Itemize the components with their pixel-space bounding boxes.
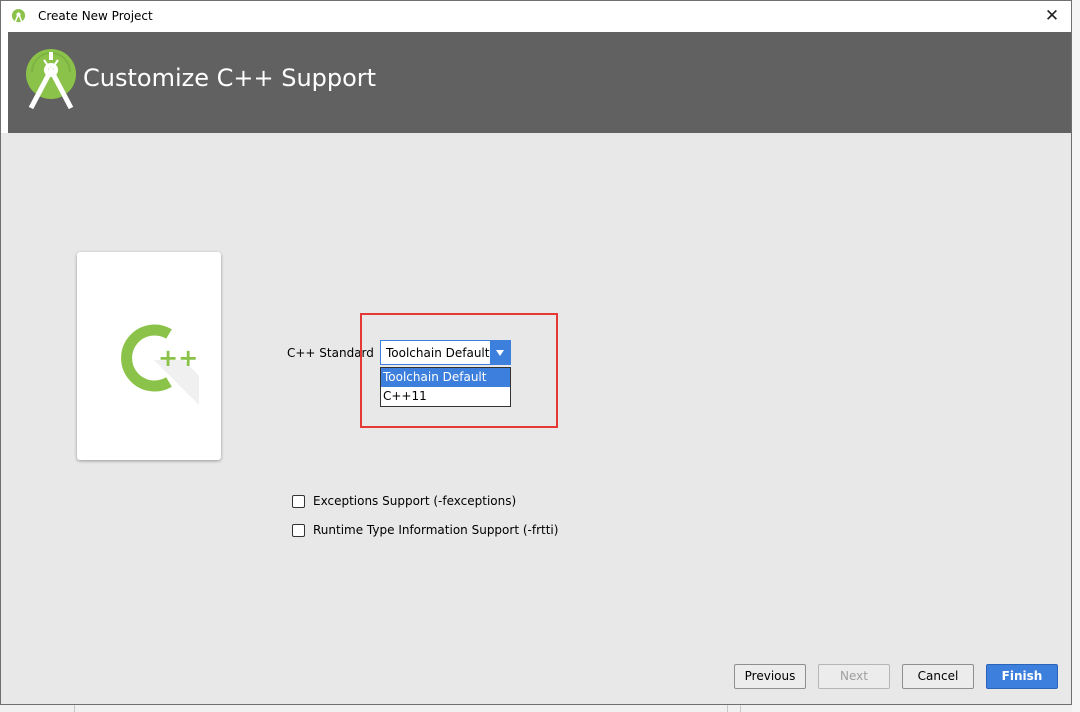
header-banner: Customize C++ Support [8, 32, 1071, 133]
close-icon: ✕ [1044, 6, 1060, 26]
exceptions-support-label[interactable]: Exceptions Support (-fexceptions) [313, 494, 516, 508]
cpp-preview-card: ++ [77, 252, 221, 460]
background-ide-strip [1072, 0, 1080, 712]
rtti-support-checkbox[interactable] [292, 524, 305, 537]
exceptions-support-checkbox[interactable] [292, 495, 305, 508]
android-studio-logo-icon [26, 49, 76, 110]
page-title: Customize C++ Support [83, 64, 377, 92]
rtti-support-label[interactable]: Runtime Type Information Support (-frtti… [313, 523, 558, 537]
annotation-highlight-box [360, 313, 558, 428]
background-ide-bottom [0, 705, 1072, 712]
finish-button[interactable]: Finish [986, 664, 1058, 689]
previous-button[interactable]: Previous [734, 664, 806, 689]
next-button[interactable]: Next [818, 664, 890, 689]
window-title: Create New Project [38, 9, 153, 23]
screen: Create New Project ✕ Customize C++ Suppo… [0, 0, 1080, 712]
cancel-button[interactable]: Cancel [902, 664, 974, 689]
cpp-logo-icon: ++ [121, 324, 199, 405]
close-button[interactable]: ✕ [1039, 4, 1065, 28]
banner-left-edge [1, 32, 8, 133]
android-studio-icon [11, 9, 26, 24]
create-project-dialog: Create New Project ✕ Customize C++ Suppo… [0, 0, 1072, 705]
title-bar: Create New Project ✕ [1, 1, 1071, 32]
cpp-logo-text: ++ [158, 344, 198, 372]
